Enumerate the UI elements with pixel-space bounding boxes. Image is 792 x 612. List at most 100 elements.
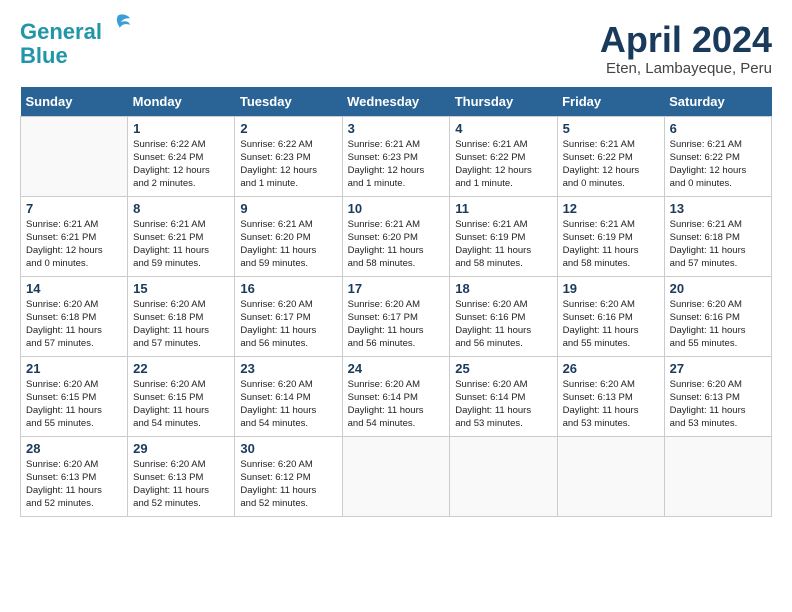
calendar-cell: 16Sunrise: 6:20 AM Sunset: 6:17 PM Dayli…	[235, 276, 342, 356]
calendar-cell: 30Sunrise: 6:20 AM Sunset: 6:12 PM Dayli…	[235, 436, 342, 516]
day-number: 28	[26, 441, 122, 456]
calendar-cell: 24 Sunrise: 6:20 AM Sunset: 6:14 PM Dayli…	[342, 356, 450, 436]
day-info: Sunrise: 6:21 AM Sunset: 6:19 PM Dayligh…	[455, 218, 551, 271]
calendar-cell: 3Sunrise: 6:21 AM Sunset: 6:23 PM Daylig…	[342, 116, 450, 196]
calendar-week-2: 7Sunrise: 6:21 AM Sunset: 6:21 PM Daylig…	[21, 196, 772, 276]
calendar-cell: 1 Sunrise: 6:22 AM Sunset: 6:24 PM Daylig…	[128, 116, 235, 196]
calendar-cell: 2 Sunrise: 6:22 AM Sunset: 6:23 PM Daylig…	[235, 116, 342, 196]
day-number: 13	[670, 201, 766, 216]
day-info: Sunrise: 6:20 AM Sunset: 6:14 PM Dayligh…	[348, 378, 445, 431]
calendar-cell	[450, 436, 557, 516]
day-number: 6	[670, 121, 766, 136]
calendar-cell: 29Sunrise: 6:20 AM Sunset: 6:13 PM Dayli…	[128, 436, 235, 516]
calendar-cell: 21 Sunrise: 6:20 AM Sunset: 6:15 PM Dayli…	[21, 356, 128, 436]
page-header: General Blue April 2024 Eten, Lambayeque…	[20, 20, 772, 77]
day-number: 1	[133, 121, 229, 136]
calendar-cell: 28 Sunrise: 6:20 AM Sunset: 6:13 PM Dayli…	[21, 436, 128, 516]
calendar-cell: 26 Sunrise: 6:20 AM Sunset: 6:13 PM Dayli…	[557, 356, 664, 436]
day-number: 14	[26, 281, 122, 296]
day-number: 18	[455, 281, 551, 296]
day-info: Sunrise: 6:20 AM Sunset: 6:14 PM Dayligh…	[240, 378, 336, 431]
calendar-header: SundayMondayTuesdayWednesdayThursdayFrid…	[21, 87, 772, 117]
day-number: 23	[240, 361, 336, 376]
weekday-header-tuesday: Tuesday	[235, 87, 342, 117]
weekday-header-row: SundayMondayTuesdayWednesdayThursdayFrid…	[21, 87, 772, 117]
day-number: 22	[133, 361, 229, 376]
calendar-cell: 25 Sunrise: 6:20 AM Sunset: 6:14 PM Dayli…	[450, 356, 557, 436]
calendar-cell: 8 Sunrise: 6:21 AM Sunset: 6:21 PM Daylig…	[128, 196, 235, 276]
day-number: 25	[455, 361, 551, 376]
calendar-cell: 23 Sunrise: 6:20 AM Sunset: 6:14 PM Dayli…	[235, 356, 342, 436]
day-info: Sunrise: 6:21 AM Sunset: 6:18 PM Dayligh…	[670, 218, 766, 271]
calendar-cell: 10 Sunrise: 6:21 AM Sunset: 6:20 PM Dayli…	[342, 196, 450, 276]
day-info: Sunrise: 6:20 AM Sunset: 6:15 PM Dayligh…	[26, 378, 122, 431]
calendar-body: 1 Sunrise: 6:22 AM Sunset: 6:24 PM Daylig…	[21, 116, 772, 516]
day-number: 10	[348, 201, 445, 216]
day-number: 4	[455, 121, 551, 136]
day-number: 2	[240, 121, 336, 136]
calendar-week-1: 1 Sunrise: 6:22 AM Sunset: 6:24 PM Daylig…	[21, 116, 772, 196]
calendar-cell: 17Sunrise: 6:20 AM Sunset: 6:17 PM Dayli…	[342, 276, 450, 356]
calendar-cell	[557, 436, 664, 516]
day-number: 8	[133, 201, 229, 216]
weekday-header-monday: Monday	[128, 87, 235, 117]
day-info: Sunrise: 6:20 AM Sunset: 6:17 PM Dayligh…	[348, 298, 445, 351]
day-number: 5	[563, 121, 659, 136]
calendar-cell: 7Sunrise: 6:21 AM Sunset: 6:21 PM Daylig…	[21, 196, 128, 276]
day-number: 12	[563, 201, 659, 216]
day-info: Sunrise: 6:20 AM Sunset: 6:16 PM Dayligh…	[455, 298, 551, 351]
day-info: Sunrise: 6:22 AM Sunset: 6:24 PM Dayligh…	[133, 138, 229, 191]
calendar-cell: 4 Sunrise: 6:21 AM Sunset: 6:22 PM Daylig…	[450, 116, 557, 196]
day-info: Sunrise: 6:20 AM Sunset: 6:13 PM Dayligh…	[26, 458, 122, 511]
calendar-cell: 22Sunrise: 6:20 AM Sunset: 6:15 PM Dayli…	[128, 356, 235, 436]
calendar-cell	[664, 436, 771, 516]
day-info: Sunrise: 6:21 AM Sunset: 6:20 PM Dayligh…	[240, 218, 336, 271]
calendar-cell	[21, 116, 128, 196]
calendar-cell: 14 Sunrise: 6:20 AM Sunset: 6:18 PM Dayli…	[21, 276, 128, 356]
day-info: Sunrise: 6:20 AM Sunset: 6:14 PM Dayligh…	[455, 378, 551, 431]
day-info: Sunrise: 6:21 AM Sunset: 6:22 PM Dayligh…	[455, 138, 551, 191]
day-info: Sunrise: 6:20 AM Sunset: 6:18 PM Dayligh…	[26, 298, 122, 351]
day-number: 19	[563, 281, 659, 296]
day-info: Sunrise: 6:20 AM Sunset: 6:13 PM Dayligh…	[563, 378, 659, 431]
calendar-cell: 12Sunrise: 6:21 AM Sunset: 6:19 PM Dayli…	[557, 196, 664, 276]
bird-icon	[104, 11, 132, 39]
day-info: Sunrise: 6:20 AM Sunset: 6:16 PM Dayligh…	[670, 298, 766, 351]
calendar-cell: 9Sunrise: 6:21 AM Sunset: 6:20 PM Daylig…	[235, 196, 342, 276]
day-info: Sunrise: 6:21 AM Sunset: 6:20 PM Dayligh…	[348, 218, 445, 271]
calendar-table: SundayMondayTuesdayWednesdayThursdayFrid…	[20, 87, 772, 517]
title-block: April 2024 Eten, Lambayeque, Peru	[600, 20, 772, 77]
day-info: Sunrise: 6:20 AM Sunset: 6:13 PM Dayligh…	[670, 378, 766, 431]
day-info: Sunrise: 6:21 AM Sunset: 6:22 PM Dayligh…	[670, 138, 766, 191]
day-info: Sunrise: 6:20 AM Sunset: 6:12 PM Dayligh…	[240, 458, 336, 511]
day-info: Sunrise: 6:20 AM Sunset: 6:16 PM Dayligh…	[563, 298, 659, 351]
weekday-header-friday: Friday	[557, 87, 664, 117]
calendar-cell: 18 Sunrise: 6:20 AM Sunset: 6:16 PM Dayli…	[450, 276, 557, 356]
day-info: Sunrise: 6:21 AM Sunset: 6:21 PM Dayligh…	[133, 218, 229, 271]
day-number: 26	[563, 361, 659, 376]
calendar-cell	[342, 436, 450, 516]
calendar-cell: 5Sunrise: 6:21 AM Sunset: 6:22 PM Daylig…	[557, 116, 664, 196]
month-title: April 2024	[600, 20, 772, 60]
location: Eten, Lambayeque, Peru	[600, 60, 772, 77]
day-info: Sunrise: 6:22 AM Sunset: 6:23 PM Dayligh…	[240, 138, 336, 191]
weekday-header-thursday: Thursday	[450, 87, 557, 117]
calendar-week-4: 21 Sunrise: 6:20 AM Sunset: 6:15 PM Dayli…	[21, 356, 772, 436]
day-number: 15	[133, 281, 229, 296]
calendar-cell: 19 Sunrise: 6:20 AM Sunset: 6:16 PM Dayli…	[557, 276, 664, 356]
day-number: 24	[348, 361, 445, 376]
calendar-cell: 15 Sunrise: 6:20 AM Sunset: 6:18 PM Dayli…	[128, 276, 235, 356]
calendar-cell: 6 Sunrise: 6:21 AM Sunset: 6:22 PM Daylig…	[664, 116, 771, 196]
weekday-header-sunday: Sunday	[21, 87, 128, 117]
logo-text: General Blue	[20, 20, 132, 68]
calendar-week-5: 28 Sunrise: 6:20 AM Sunset: 6:13 PM Dayli…	[21, 436, 772, 516]
day-number: 20	[670, 281, 766, 296]
day-number: 29	[133, 441, 229, 456]
logo-line2: Blue	[20, 43, 68, 68]
day-info: Sunrise: 6:20 AM Sunset: 6:18 PM Dayligh…	[133, 298, 229, 351]
calendar-cell: 20 Sunrise: 6:20 AM Sunset: 6:16 PM Dayli…	[664, 276, 771, 356]
calendar-cell: 11 Sunrise: 6:21 AM Sunset: 6:19 PM Dayli…	[450, 196, 557, 276]
day-info: Sunrise: 6:21 AM Sunset: 6:21 PM Dayligh…	[26, 218, 122, 271]
day-number: 21	[26, 361, 122, 376]
day-number: 11	[455, 201, 551, 216]
